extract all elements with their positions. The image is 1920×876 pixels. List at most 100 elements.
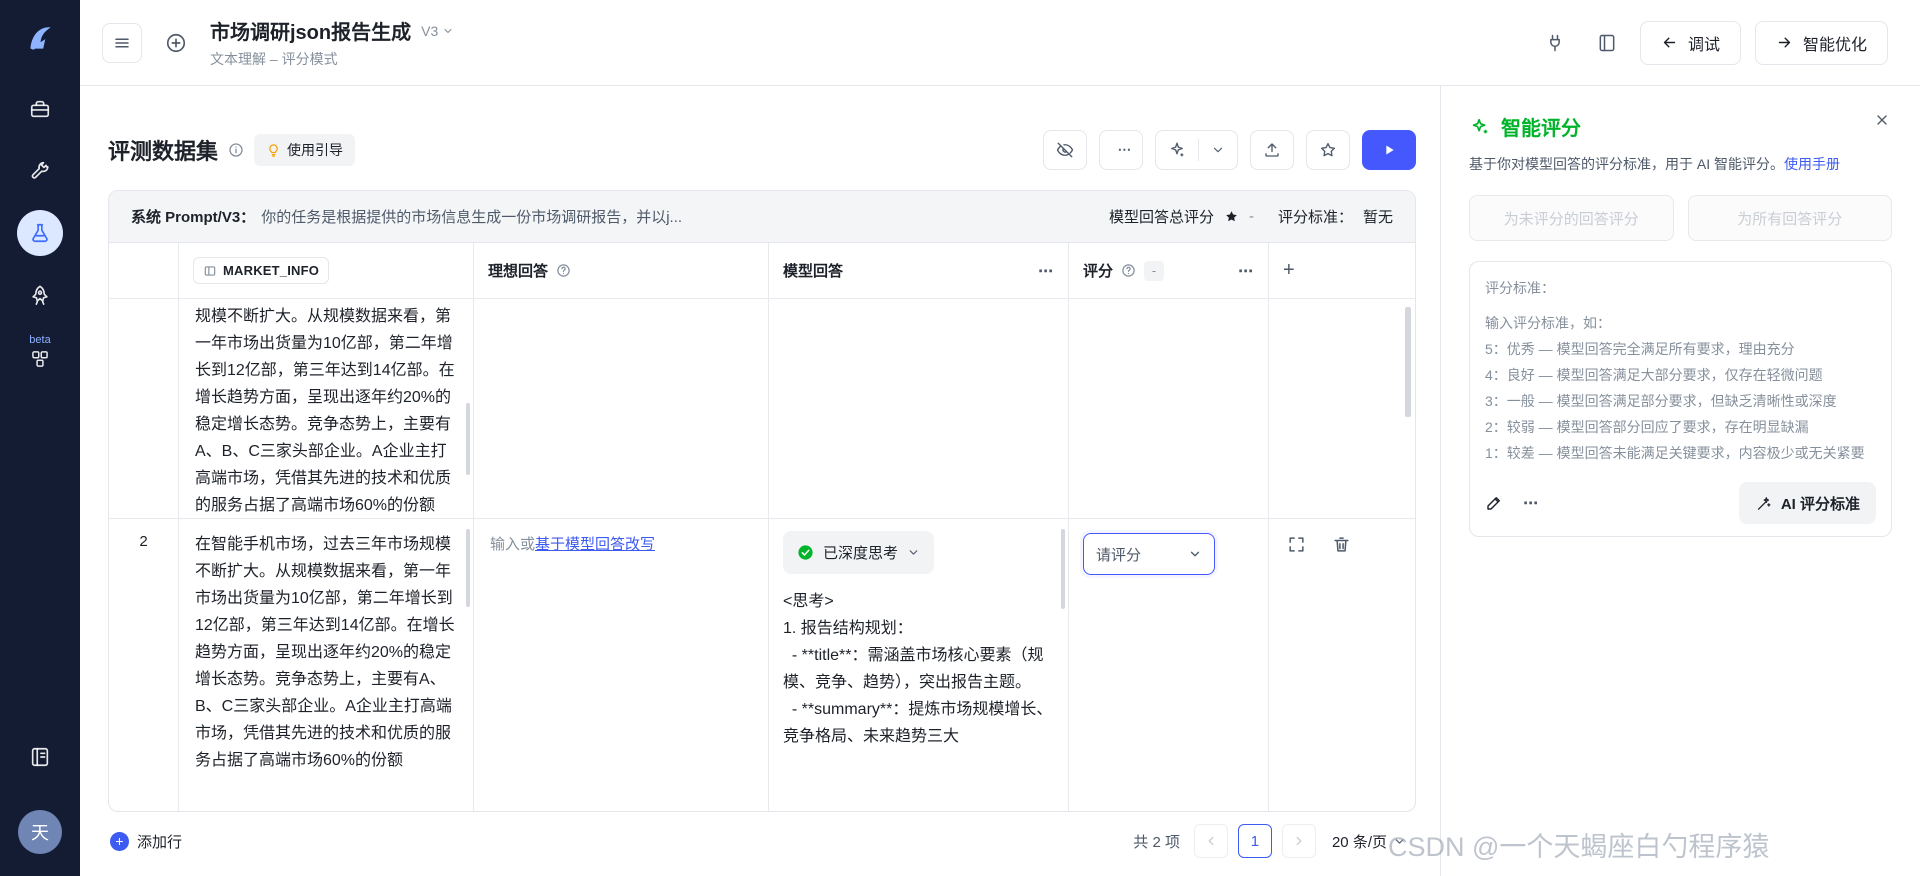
chevron-down-icon (442, 25, 454, 37)
expand-row-button[interactable] (1287, 535, 1306, 811)
score-summary-box[interactable]: - (1144, 261, 1164, 281)
model-answer-text: <思考> 1. 报告结构规划： - **title**：需涵盖市场核心要素（规模… (783, 588, 1054, 750)
cell-scrollbar[interactable] (466, 403, 470, 475)
chevron-down-icon (907, 546, 920, 559)
hide-columns-button[interactable] (1043, 130, 1087, 170)
circle-plus-icon (165, 32, 187, 54)
page-size-value: 20 条/页 (1332, 831, 1387, 852)
sidebar-item-deploy[interactable] (17, 272, 63, 318)
sidebar-item-manual[interactable] (17, 734, 63, 780)
dataset-title: 评测数据集 (108, 134, 218, 166)
add-row-button[interactable]: + 添加行 (110, 831, 182, 852)
dataset-info-icon[interactable] (228, 142, 244, 158)
criteria-editor-label: 评分标准： (1485, 278, 1876, 298)
upload-button[interactable] (1250, 130, 1294, 170)
close-panel-button[interactable] (1874, 112, 1890, 128)
criteria-editor[interactable]: 评分标准： 输入评分标准，如： 5：优秀 — 模型回答完全满足所有要求，理由充分… (1469, 261, 1892, 537)
cell-scrollbar[interactable] (466, 529, 470, 607)
table-scrollbar[interactable] (1405, 307, 1411, 417)
dataset-header: 评测数据集 使用引导 ⋯ (108, 126, 1416, 174)
sidebar-item-beta-components[interactable]: beta (29, 334, 50, 369)
add-row-label: 添加行 (137, 831, 182, 852)
components-icon (30, 349, 50, 369)
user-avatar[interactable]: 天 (18, 810, 62, 854)
delete-row-button[interactable] (1332, 535, 1351, 811)
run-button[interactable] (1362, 130, 1416, 170)
lightbulb-icon (266, 143, 281, 158)
model-answer-cell[interactable] (769, 299, 1069, 518)
generate-split-button[interactable] (1155, 130, 1238, 170)
version-selector[interactable]: V3 (421, 23, 454, 39)
edit-criteria-button[interactable] (1485, 494, 1503, 512)
plus-icon: + (110, 832, 129, 851)
score-column-more-button[interactable]: ⋯ (1238, 262, 1254, 280)
market-info-cell[interactable]: 在智能手机市场，过去三年市场规模不断扩大。从规模数据来看，第一年市场出货量为10… (179, 519, 474, 811)
score-all-button[interactable]: 为所有回答评分 (1688, 195, 1893, 241)
row-actions-cell (1269, 519, 1415, 811)
total-score-star-icon[interactable] (1224, 209, 1239, 224)
trash-icon (1332, 535, 1351, 554)
new-item-button[interactable] (156, 23, 196, 63)
page-button-current[interactable]: 1 (1238, 824, 1272, 858)
usage-guide-chip[interactable]: 使用引导 (254, 134, 355, 166)
criteria-more-button[interactable]: ⋯ (1523, 494, 1539, 512)
rewrite-from-model-link[interactable]: 基于模型回答改写 (535, 536, 655, 553)
table-header: MARKET_INFO 理想回答 模型回答 ⋯ 评分 (109, 243, 1415, 299)
score-unscored-button[interactable]: 为未评分的回答评分 (1469, 195, 1674, 241)
sidebar-item-evaluation[interactable] (17, 210, 63, 256)
play-icon (1381, 142, 1397, 158)
help-icon[interactable] (556, 263, 571, 278)
score-cell[interactable] (1069, 299, 1269, 518)
criteria-example: 4：良好 — 模型回答满足大部分要求，仅存在轻微问题 (1485, 362, 1876, 388)
table-row: 2 在智能手机市场，过去三年市场规模不断扩大。从规模数据来看，第一年市场出货量为… (109, 519, 1415, 811)
arrow-left-icon (1661, 34, 1678, 51)
menu-button[interactable] (102, 23, 142, 63)
ideal-answer-hint: 输入或 (490, 536, 535, 553)
page-size-select[interactable]: 20 条/页 (1326, 831, 1412, 852)
favorite-button[interactable] (1306, 130, 1350, 170)
ellipsis-icon: ⋯ (1118, 142, 1132, 158)
ideal-answer-cell[interactable]: 输入或基于模型回答改写 (474, 519, 769, 811)
market-info-field-chip[interactable]: MARKET_INFO (193, 257, 329, 284)
plugin-button[interactable] (1536, 24, 1574, 62)
more-actions-button[interactable]: ⋯ (1099, 130, 1143, 170)
cell-scrollbar[interactable] (1061, 529, 1065, 609)
ai-criteria-label: AI 评分标准 (1781, 493, 1860, 514)
criteria-placeholder-intro: 输入评分标准，如： (1485, 310, 1876, 336)
row-index (109, 299, 179, 518)
manual-link[interactable]: 使用手册 (1784, 156, 1840, 172)
total-count: 共 2 项 (1133, 831, 1180, 852)
pencil-icon (1485, 494, 1503, 512)
smart-optimize-button[interactable]: 智能优化 (1755, 21, 1888, 65)
ai-criteria-button[interactable]: AI 评分标准 (1739, 482, 1876, 524)
ideal-answer-cell[interactable] (474, 299, 769, 518)
total-score-group: 模型回答总评分 - 评分标准： 暂无 (1109, 206, 1393, 227)
model-column-more-button[interactable]: ⋯ (1038, 262, 1054, 280)
dataset-card: 系统 Prompt/V3： 你的任务是根据提供的市场信息生成一份市场调研报告，并… (108, 190, 1416, 812)
expand-icon (1287, 535, 1306, 554)
arrow-right-icon (1776, 34, 1793, 51)
next-page-button[interactable] (1282, 824, 1316, 858)
page-title: 市场调研json报告生成 (210, 16, 411, 45)
row-actions-cell (1269, 299, 1415, 518)
app-logo[interactable] (18, 16, 62, 60)
score-select[interactable]: 请评分 (1083, 533, 1215, 575)
sidebar-item-workspace[interactable] (17, 86, 63, 132)
system-prompt-bar: 系统 Prompt/V3： 你的任务是根据提供的市场信息生成一份市场调研报告，并… (109, 191, 1415, 243)
docs-button[interactable] (1588, 24, 1626, 62)
column-add: + (1269, 243, 1415, 298)
help-icon[interactable] (1121, 263, 1136, 278)
beta-label: beta (29, 334, 50, 346)
sidebar-item-tools[interactable] (17, 148, 63, 194)
add-column-button[interactable]: + (1283, 259, 1295, 282)
criteria-example: 1：较差 — 模型回答未能满足关键要求，内容极少或无关紧要 (1485, 440, 1876, 466)
criteria-example: 3：一般 — 模型回答满足部分要求，但缺乏清晰性或深度 (1485, 388, 1876, 414)
score-select-placeholder: 请评分 (1096, 544, 1141, 565)
deep-think-badge[interactable]: 已深度思考 (783, 531, 934, 574)
debug-button[interactable]: 调试 (1640, 21, 1741, 65)
book-icon (29, 746, 51, 768)
model-answer-cell[interactable]: 已深度思考 <思考> 1. 报告结构规划： - **title**：需涵盖市场核… (769, 519, 1069, 811)
column-ideal-answer: 理想回答 (474, 243, 769, 298)
market-info-cell[interactable]: 规模不断扩大。从规模数据来看，第一年市场出货量为10亿部，第二年增长到12亿部，… (179, 299, 474, 518)
prev-page-button[interactable] (1194, 824, 1228, 858)
